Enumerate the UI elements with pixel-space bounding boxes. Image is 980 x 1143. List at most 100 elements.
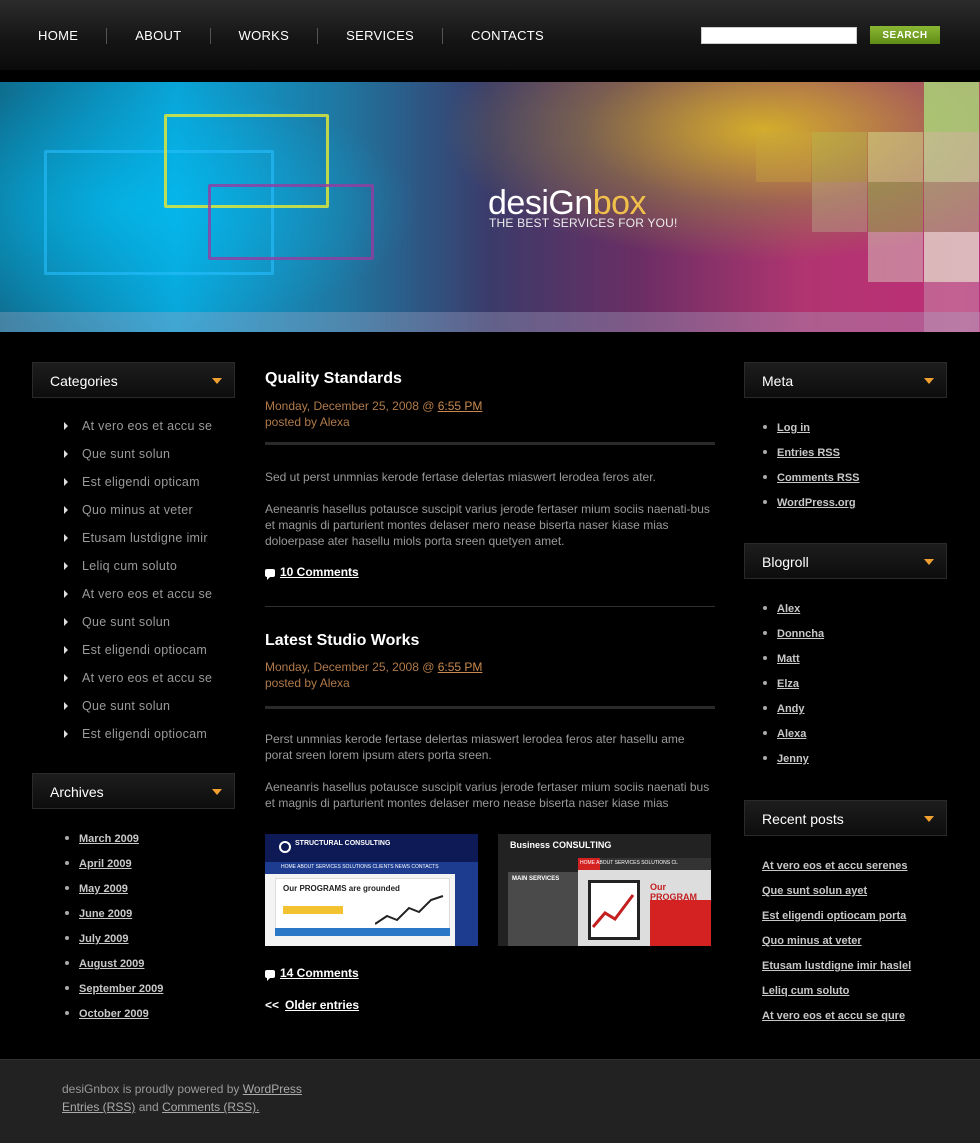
post-time-link[interactable]: 6:55 PM <box>438 660 483 674</box>
archive-link[interactable]: July 2009 <box>79 933 129 945</box>
blogroll-widget-header[interactable]: Blogroll <box>744 543 947 579</box>
archive-link[interactable]: September 2009 <box>79 983 163 995</box>
bullet-icon <box>763 681 767 685</box>
list-item[interactable]: Que sunt solun <box>64 614 212 642</box>
category-link[interactable]: Etusam lustdigne imir <box>82 531 208 545</box>
recent-post-link[interactable]: At vero eos et accu serenes <box>762 860 908 872</box>
portfolio-thumbnail-structural-consulting[interactable]: STRUCTURAL CONSULTING HOME ABOUT SERVICE… <box>265 834 478 946</box>
archive-link[interactable]: June 2009 <box>79 908 132 920</box>
entries-rss-link[interactable]: Entries (RSS) <box>62 1100 135 1114</box>
list-item[interactable]: At vero eos et accu se <box>64 670 212 698</box>
list-item: WordPress.org <box>763 494 860 519</box>
arrow-right-icon <box>64 478 68 486</box>
bullet-icon <box>65 1011 69 1015</box>
footer-rss: Entries (RSS) and Comments (RSS). <box>62 1100 259 1114</box>
categories-widget-header[interactable]: Categories <box>32 362 235 398</box>
category-link[interactable]: Que sunt solun <box>82 699 170 713</box>
search-input[interactable] <box>701 27 857 44</box>
category-link[interactable]: Que sunt solun <box>82 615 170 629</box>
list-item[interactable]: Leliq cum soluto <box>64 558 212 586</box>
archive-link[interactable]: October 2009 <box>79 1008 149 1020</box>
nav-contacts[interactable]: CONTACTS <box>443 24 572 47</box>
category-link[interactable]: Est eligendi opticam <box>82 475 200 489</box>
blogroll-link[interactable]: Andy <box>777 703 805 715</box>
blogroll-link[interactable]: Donncha <box>777 628 824 640</box>
category-link[interactable]: At vero eos et accu se <box>82 419 212 433</box>
older-entries-link[interactable]: Older entries <box>285 998 359 1012</box>
archives-widget-header[interactable]: Archives <box>32 773 235 809</box>
arrow-right-icon <box>64 674 68 682</box>
bullet-icon <box>65 836 69 840</box>
banner-tile <box>868 182 923 232</box>
list-item[interactable]: Que sunt solun <box>64 446 212 474</box>
category-link[interactable]: At vero eos et accu se <box>82 671 212 685</box>
archive-link[interactable]: August 2009 <box>79 958 144 970</box>
archive-link[interactable]: May 2009 <box>79 883 128 895</box>
recent-post-link[interactable]: Leliq cum soluto <box>762 985 849 997</box>
comments-link[interactable]: 10 Comments <box>280 565 359 579</box>
nav-home[interactable]: HOME <box>10 24 106 47</box>
nav-about[interactable]: ABOUT <box>107 24 209 47</box>
recent-post-link[interactable]: At vero eos et accu se qure <box>762 1010 905 1022</box>
list-item[interactable]: At vero eos et accu se <box>64 418 212 446</box>
thumb-nav-text: HOME ABOUT SERVICES SOLUTIONS CL <box>580 860 678 866</box>
recent-posts-widget-header[interactable]: Recent posts <box>744 800 947 836</box>
search-button[interactable]: SEARCH <box>870 26 940 44</box>
meta-link[interactable]: Log in <box>777 422 810 434</box>
post-date: Monday, December 25, 2008 @ 6:55 PM <box>265 660 482 674</box>
post-separator <box>265 606 715 607</box>
category-link[interactable]: Leliq cum soluto <box>82 559 177 573</box>
nav-works[interactable]: WORKS <box>211 24 318 47</box>
meta-link[interactable]: Entries RSS <box>777 447 840 459</box>
meta-link[interactable]: WordPress.org <box>777 497 856 509</box>
blogroll-link[interactable]: Jenny <box>777 753 809 765</box>
category-link[interactable]: Est eligendi optiocam <box>82 727 207 741</box>
post-comments: 14 Comments <box>265 966 359 981</box>
bullet-icon <box>763 500 767 504</box>
category-link[interactable]: At vero eos et accu se <box>82 587 212 601</box>
portfolio-thumbnail-business-consulting[interactable]: Business CONSULTING HOME ABOUT SERVICES … <box>498 834 711 946</box>
list-item[interactable]: At vero eos et accu se <box>64 586 212 614</box>
post-paragraph: Aeneanris hasellus potausce suscipit var… <box>265 780 710 810</box>
list-item[interactable]: Est eligendi optiocam <box>64 642 212 670</box>
widget-title: Categories <box>50 373 118 389</box>
category-link[interactable]: Que sunt solun <box>82 447 170 461</box>
recent-post-link[interactable]: Quo minus at veter <box>762 935 862 947</box>
wordpress-link[interactable]: WordPress <box>243 1082 302 1096</box>
recent-post-link[interactable]: Que sunt solun ayet <box>762 885 867 897</box>
post-time-link[interactable]: 6:55 PM <box>438 399 483 413</box>
thumb-sidebar <box>455 874 478 946</box>
nav-services[interactable]: SERVICES <box>318 24 442 47</box>
list-item: October 2009 <box>65 1005 163 1030</box>
recent-post-link[interactable]: Etusam lustdigne imir haslel <box>762 960 911 972</box>
category-link[interactable]: Est eligendi optiocam <box>82 643 207 657</box>
list-item: At vero eos et accu se qure <box>762 1007 911 1032</box>
list-item[interactable]: Est eligendi opticam <box>64 474 212 502</box>
list-item[interactable]: Est eligendi optiocam <box>64 726 212 754</box>
meta-link[interactable]: Comments RSS <box>777 472 860 484</box>
main-nav: HOME ABOUT WORKS SERVICES CONTACTS <box>10 24 572 47</box>
thumb-red-block <box>650 900 711 946</box>
meta-list: Log in Entries RSS Comments RSS WordPres… <box>763 419 860 519</box>
comments-link[interactable]: 14 Comments <box>280 966 359 980</box>
post-title[interactable]: Latest Studio Works <box>265 632 419 650</box>
comments-rss-link[interactable]: Comments (RSS). <box>162 1100 259 1114</box>
chevron-down-icon <box>924 559 934 565</box>
list-item[interactable]: Que sunt solun <box>64 698 212 726</box>
archive-link[interactable]: April 2009 <box>79 858 132 870</box>
post-title[interactable]: Quality Standards <box>265 370 402 388</box>
category-link[interactable]: Quo minus at veter <box>82 503 193 517</box>
recent-post-link[interactable]: Est eligendi optiocam porta <box>762 910 906 922</box>
archive-link[interactable]: March 2009 <box>79 833 139 845</box>
blogroll-link[interactable]: Elza <box>777 678 799 690</box>
list-item[interactable]: Quo minus at veter <box>64 502 212 530</box>
arrow-right-icon <box>64 702 68 710</box>
chevron-down-icon <box>212 789 222 795</box>
meta-widget-header[interactable]: Meta <box>744 362 947 398</box>
blogroll-link[interactable]: Alexa <box>777 728 806 740</box>
blogroll-link[interactable]: Matt <box>777 653 800 665</box>
blogroll-list: Alex Donncha Matt Elza Andy Alexa Jenny <box>763 600 824 775</box>
thumb-highlight-bar <box>283 906 343 914</box>
blogroll-link[interactable]: Alex <box>777 603 800 615</box>
list-item[interactable]: Etusam lustdigne imir <box>64 530 212 558</box>
